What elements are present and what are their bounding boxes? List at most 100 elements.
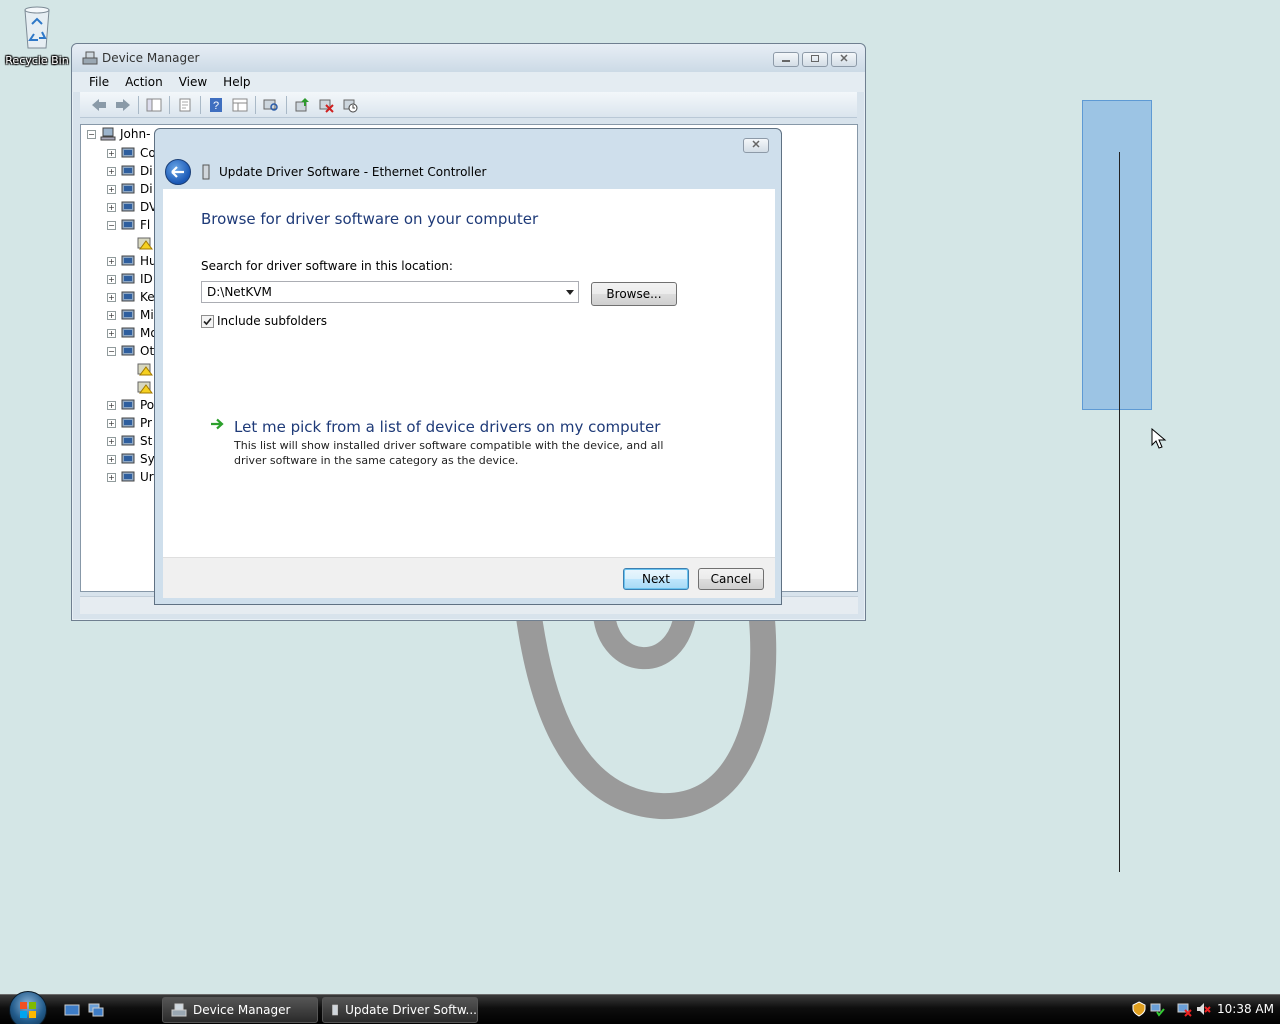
include-subfolders-label[interactable]: Include subfolders — [217, 314, 327, 328]
tree-item-label: Mi — [140, 308, 154, 322]
clock[interactable]: 10:38 AM — [1217, 1002, 1274, 1016]
tree-item-label: St — [140, 434, 153, 448]
expand-icon[interactable]: + — [107, 436, 116, 446]
window-title: Device Manager — [102, 51, 200, 65]
device-manager-titlebar[interactable]: Device Manager — [72, 44, 865, 72]
show-desktop-icon[interactable] — [64, 1003, 80, 1017]
keyboard-icon — [121, 291, 135, 302]
pick-from-list-link[interactable]: Let me pick from a list of device driver… — [234, 418, 660, 436]
scan-hardware-button[interactable] — [262, 96, 280, 114]
taskbar-button-label: Update Driver Softw... — [345, 1003, 477, 1017]
cancel-button[interactable]: Cancel — [698, 568, 764, 590]
dialog-back-button[interactable] — [165, 159, 191, 185]
tree-item[interactable]: + Ke — [107, 289, 155, 305]
minimize-icon — [782, 60, 790, 62]
tree-item[interactable]: + Po — [107, 397, 154, 413]
windows-logo-icon — [20, 1002, 36, 1018]
recycle-bin-icon — [17, 2, 57, 50]
tree-item[interactable]: + Sy — [107, 451, 155, 467]
driver-icon — [332, 1004, 338, 1016]
tree-item[interactable]: + DV — [107, 199, 157, 215]
tree-root[interactable]: − John- — [87, 127, 150, 141]
menu-view[interactable]: View — [179, 75, 207, 89]
chevron-down-icon[interactable] — [566, 290, 574, 295]
browse-button[interactable]: Browse... — [591, 282, 677, 306]
show-hide-tree-button[interactable] — [145, 96, 163, 114]
forward-button[interactable] — [114, 96, 132, 114]
computer-icon — [121, 147, 135, 158]
uninstall-button[interactable] — [317, 96, 335, 114]
update-driver-button[interactable] — [293, 96, 311, 114]
maximize-button[interactable] — [802, 52, 828, 67]
next-button[interactable]: Next — [623, 568, 689, 590]
properties-button[interactable] — [176, 96, 194, 114]
storage-icon — [121, 435, 135, 446]
minimize-button[interactable] — [773, 52, 799, 67]
expand-icon[interactable]: + — [107, 166, 116, 176]
tree-item[interactable]: + ID — [107, 271, 153, 287]
dialog-close-button[interactable] — [743, 138, 769, 153]
collapse-icon[interactable]: − — [107, 220, 116, 230]
menu-file[interactable]: File — [89, 75, 109, 89]
back-button[interactable] — [90, 96, 108, 114]
selection-rectangle — [1082, 100, 1152, 410]
menu-action[interactable]: Action — [125, 75, 163, 89]
tree-item[interactable]: + Co — [107, 145, 156, 161]
driver-path-combobox[interactable]: D:\NetKVM — [201, 281, 579, 303]
toolbar-separator — [255, 95, 256, 114]
restore-icon — [811, 55, 819, 62]
update-driver-dialog[interactable]: Update Driver Software - Ethernet Contro… — [154, 128, 782, 605]
network-disconnected-icon[interactable] — [1176, 1001, 1192, 1017]
expand-icon[interactable]: + — [107, 292, 116, 302]
include-subfolders-row[interactable]: Include subfolders — [201, 314, 327, 328]
start-button[interactable] — [9, 991, 47, 1024]
menu-help[interactable]: Help — [223, 75, 250, 89]
tree-item[interactable]: + Pr — [107, 415, 152, 431]
expand-icon[interactable]: + — [107, 274, 116, 284]
network-check-icon[interactable] — [1149, 1001, 1165, 1017]
volume-muted-icon[interactable] — [1195, 1001, 1211, 1017]
expand-icon[interactable]: + — [107, 400, 116, 410]
vertical-line — [1119, 152, 1120, 872]
tree-item-label: Po — [140, 398, 155, 412]
expand-icon[interactable]: + — [107, 454, 116, 464]
tree-item[interactable]: − Ot — [107, 343, 154, 359]
tree-item[interactable]: − Fl — [107, 217, 150, 233]
tree-item[interactable]: + Mi — [107, 307, 154, 323]
tree-item[interactable]: + Di — [107, 163, 153, 179]
taskbar-button-update-driver[interactable]: Update Driver Softw... — [322, 997, 478, 1023]
disable-button[interactable] — [341, 96, 359, 114]
recycle-bin[interactable]: Recycle Bin — [4, 2, 70, 67]
view-button[interactable] — [231, 96, 249, 114]
switch-windows-icon[interactable] — [88, 1003, 104, 1017]
expand-icon[interactable]: + — [107, 184, 116, 194]
expand-icon[interactable]: + — [107, 328, 116, 338]
tree-item[interactable]: + St — [107, 433, 152, 449]
tree-item[interactable]: + Di — [107, 181, 153, 197]
collapse-icon[interactable]: − — [87, 129, 96, 139]
back-arrow-icon — [92, 98, 106, 111]
expand-icon[interactable]: + — [107, 256, 116, 266]
close-button[interactable] — [831, 52, 857, 67]
expand-icon[interactable]: + — [107, 148, 116, 158]
expand-icon[interactable]: + — [107, 202, 116, 212]
monitor-icon — [121, 327, 135, 338]
taskbar: Device Manager Update Driver Softw... 10… — [0, 991, 1280, 1024]
mouse-icon — [121, 309, 135, 320]
tree-item[interactable]: + Ur — [107, 469, 154, 485]
properties-icon — [179, 98, 191, 111]
include-subfolders-checkbox[interactable] — [201, 314, 214, 328]
tree-item[interactable]: + Hu — [107, 253, 157, 269]
ports-icon — [121, 399, 135, 410]
warning-device-icon — [137, 237, 153, 250]
tree-item[interactable]: + Mo — [107, 325, 158, 341]
security-shield-icon[interactable] — [1131, 1001, 1147, 1017]
taskbar-button-device-manager[interactable]: Device Manager — [162, 997, 318, 1023]
expand-icon[interactable]: + — [107, 310, 116, 320]
help-button[interactable]: ? — [207, 96, 225, 114]
expand-icon[interactable]: + — [107, 418, 116, 428]
pick-from-list-description: This list will show installed driver sof… — [234, 439, 664, 467]
expand-icon[interactable]: + — [107, 472, 116, 482]
collapse-icon[interactable]: − — [107, 346, 116, 356]
tree-item-label: Ur — [140, 470, 154, 484]
